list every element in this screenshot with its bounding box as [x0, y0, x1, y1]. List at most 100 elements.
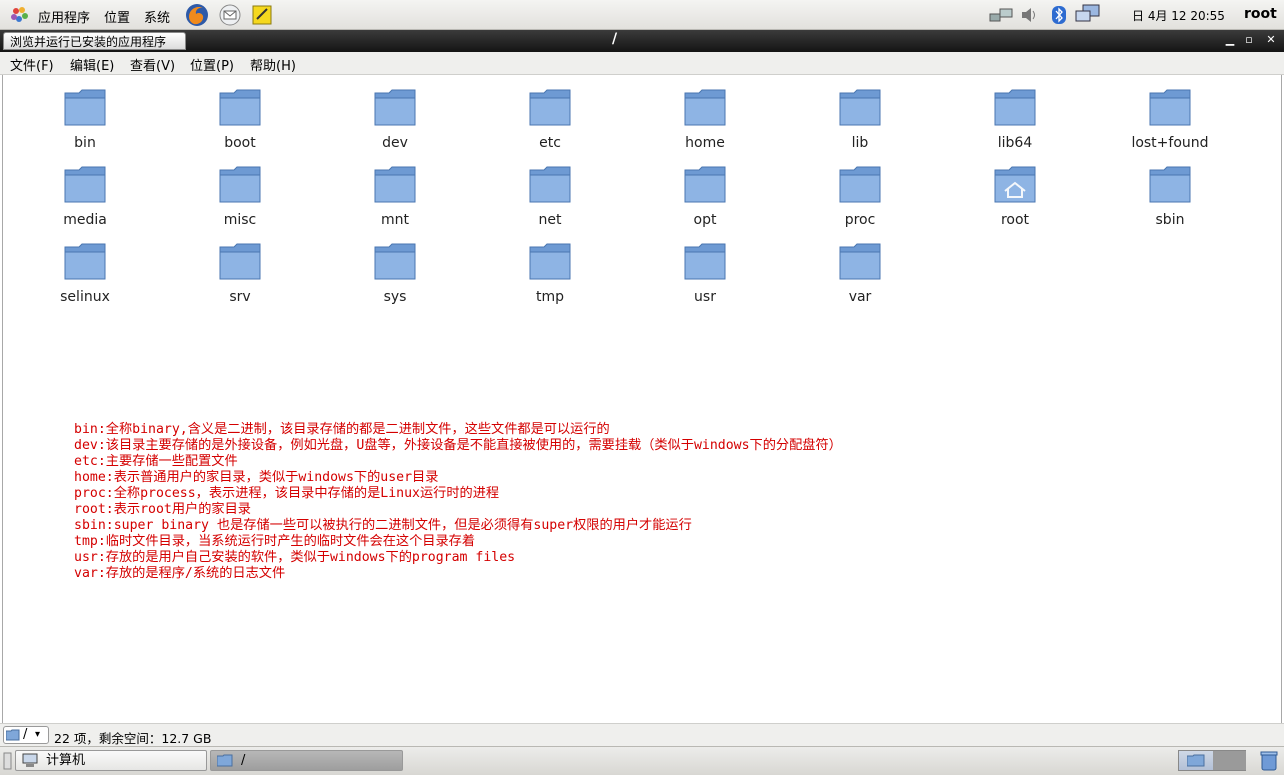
folder-item[interactable]: var	[800, 241, 920, 305]
minimize-button[interactable]: ▁	[1222, 32, 1238, 48]
taskbar-item-label: 计算机	[46, 753, 86, 768]
notes-icon[interactable]	[250, 3, 274, 27]
folder-icon	[800, 164, 920, 204]
display-icon[interactable]	[1075, 4, 1101, 28]
firefox-icon[interactable]	[185, 3, 209, 27]
folder-item[interactable]: home	[645, 87, 765, 151]
note-line: dev:该目录主要存储的是外接设备，例如光盘，U盘等，外接设备是不能直接被使用的…	[74, 438, 842, 453]
folder-label: home	[685, 135, 725, 151]
system-menu[interactable]: 系统	[144, 7, 170, 26]
trash-icon[interactable]	[1259, 750, 1279, 776]
bluetooth-icon[interactable]	[1052, 6, 1066, 28]
folder-icon	[1110, 87, 1230, 127]
menu-edit[interactable]: 编辑(E)	[70, 55, 114, 74]
folder-label: media	[63, 212, 107, 228]
folder-icon	[645, 164, 765, 204]
folder-item[interactable]: opt	[645, 164, 765, 228]
taskbar-item-computer[interactable]: 计算机	[15, 750, 207, 771]
path-combo[interactable]: / ▾	[3, 726, 49, 744]
folder-label: opt	[693, 212, 717, 228]
folder-label: dev	[382, 135, 408, 151]
folder-item[interactable]: boot	[180, 87, 300, 151]
note-line: etc:主要存储一些配置文件	[74, 454, 238, 469]
folder-item[interactable]: misc	[180, 164, 300, 228]
clock[interactable]: 日 4月 12 20:55	[1132, 7, 1225, 24]
folder-label: proc	[844, 212, 876, 228]
folder-icon	[490, 164, 610, 204]
places-menu[interactable]: 位置	[104, 7, 130, 26]
folder-icon	[25, 164, 145, 204]
folder-icon	[180, 164, 300, 204]
folder-icon	[6, 729, 20, 741]
computer-icon	[22, 753, 38, 767]
folder-icon	[800, 241, 920, 281]
folder-label: sys	[383, 289, 407, 305]
statusbar: / ▾ 22 项，剩余空间：12.7 GB	[0, 723, 1284, 746]
folder-icon	[335, 164, 455, 204]
window-titlebar[interactable]: 浏览并运行已安装的应用程序 / ▁ ▫ ✕	[0, 30, 1284, 52]
note-line: proc:全称process，表示进程，该目录中存储的是Linux运行时的进程	[74, 486, 500, 501]
note-line: sbin:super binary 也是存储一些可以被执行的二进制文件，但是必须…	[74, 518, 692, 533]
chevron-down-icon: ▾	[35, 729, 41, 740]
folder-icon	[955, 87, 1075, 127]
folder-label: misc	[223, 212, 257, 228]
folder-icon	[1187, 754, 1205, 767]
workspace-2[interactable]	[1213, 751, 1246, 770]
taskbar-item-folder[interactable]: /	[210, 750, 403, 771]
workspace-switcher[interactable]	[1178, 750, 1246, 771]
menubar: 文件(F) 编辑(E) 查看(V) 位置(P) 帮助(H)	[0, 52, 1284, 75]
folder-item[interactable]: lost+found	[1110, 87, 1230, 151]
mail-icon[interactable]	[218, 3, 242, 27]
folder-item[interactable]: net	[490, 164, 610, 228]
menu-view[interactable]: 查看(V)	[130, 55, 175, 74]
folder-label: usr	[694, 289, 716, 305]
folder-icon	[645, 87, 765, 127]
folder-item[interactable]: bin	[25, 87, 145, 151]
folder-item[interactable]: proc	[800, 164, 920, 228]
folder-item[interactable]: srv	[180, 241, 300, 305]
gnome-foot-icon[interactable]	[10, 6, 30, 28]
folder-item[interactable]: etc	[490, 87, 610, 151]
folder-item[interactable]: tmp	[490, 241, 610, 305]
volume-icon[interactable]	[1020, 6, 1038, 28]
file-view[interactable]: bin boot dev etc home lib lib64 lost+fou…	[2, 75, 1282, 723]
maximize-button[interactable]: ▫	[1241, 32, 1257, 48]
note-line: var:存放的是程序/系统的日志文件	[74, 566, 286, 581]
applications-menu[interactable]: 应用程序	[38, 7, 90, 26]
folder-item[interactable]: dev	[335, 87, 455, 151]
folder-icon	[490, 241, 610, 281]
folder-item[interactable]: media	[25, 164, 145, 228]
folder-item[interactable]: lib	[800, 87, 920, 151]
note-line: bin:全称binary,含义是二进制，该目录存储的都是二进制文件，这些文件都是…	[74, 422, 610, 437]
user-name[interactable]: root	[1244, 6, 1277, 22]
folder-item[interactable]: lib64	[955, 87, 1075, 151]
status-text: 22 项，剩余空间：12.7 GB	[54, 731, 212, 746]
menu-go[interactable]: 位置(P)	[190, 55, 234, 74]
folder-label: bin	[74, 135, 96, 151]
folder-item[interactable]: selinux	[25, 241, 145, 305]
folder-icon	[335, 87, 455, 127]
close-button[interactable]: ✕	[1263, 32, 1279, 48]
taskbar-item-label: /	[241, 753, 246, 768]
network-icon[interactable]	[988, 6, 1014, 28]
folder-icon	[25, 241, 145, 281]
folder-label: net	[538, 212, 562, 228]
folder-item[interactable]: usr	[645, 241, 765, 305]
bottom-panel: 计算机 /	[0, 746, 1284, 775]
path-combo-value: /	[23, 727, 28, 742]
folder-label: lib	[851, 135, 869, 151]
menu-help[interactable]: 帮助(H)	[250, 55, 296, 74]
folder-item[interactable]: sbin	[1110, 164, 1230, 228]
show-desktop-icon[interactable]	[3, 752, 12, 774]
folder-label: mnt	[381, 212, 409, 228]
folder-item[interactable]: root	[955, 164, 1075, 228]
notes-text: bin:全称binary,含义是二进制，该目录存储的都是二进制文件，这些文件都是…	[74, 422, 842, 582]
folder-item[interactable]: mnt	[335, 164, 455, 228]
folder-icon	[1110, 164, 1230, 204]
note-line: tmp:临时文件目录，当系统运行时产生的临时文件会在这个目录存着	[74, 534, 476, 549]
folder-label: root	[1000, 212, 1030, 228]
menu-file[interactable]: 文件(F)	[10, 55, 54, 74]
window-tooltip-tab: 浏览并运行已安装的应用程序	[3, 32, 186, 50]
folder-item[interactable]: sys	[335, 241, 455, 305]
folder-label: srv	[229, 289, 251, 305]
